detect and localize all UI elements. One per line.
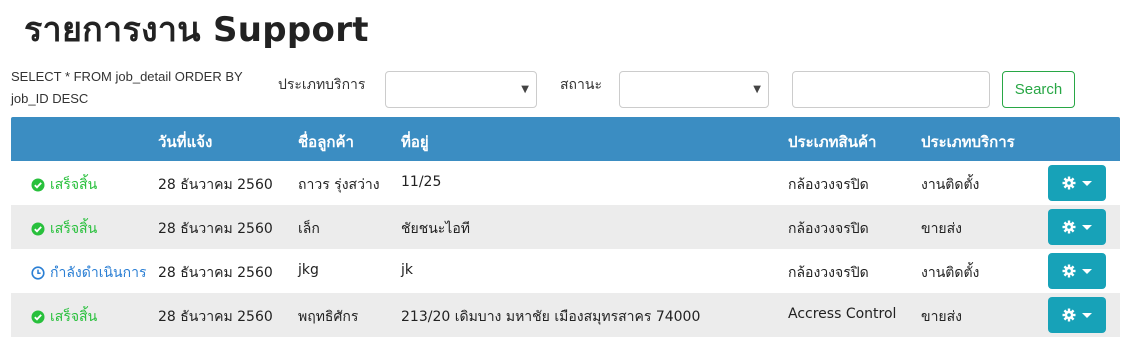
service-type-cell: ขายส่ง	[921, 309, 963, 325]
row-action-button[interactable]	[1048, 253, 1106, 289]
product-type-cell: กล้องวงจรปิด	[788, 265, 869, 281]
date-cell: 28 ธันวาคม 2560	[158, 177, 273, 193]
customer-cell: jkg	[298, 262, 319, 278]
customer-cell: เล็ก	[298, 221, 320, 237]
caret-down-icon: ▼	[521, 84, 529, 95]
service-type-cell: ขายส่ง	[921, 221, 963, 237]
status-label: สถานะ	[560, 76, 602, 92]
caret-down-icon	[1082, 180, 1092, 186]
gear-icon	[1062, 308, 1076, 322]
service-type-select[interactable]: ▼	[385, 71, 537, 108]
table-header: วันที่แจ้ง ชื่อลูกค้า ที่อยู่ ประเภทสินค…	[11, 117, 1120, 161]
header-product-type: ประเภทสินค้า	[788, 133, 877, 151]
gear-icon	[1062, 264, 1076, 278]
check-circle-icon	[31, 310, 45, 324]
check-circle-icon	[31, 178, 45, 192]
status-text: เสร็จสิ้น	[50, 177, 98, 193]
address-cell: 213/20 เดิมบาง มหาชัย เมืองสมุทรสาคร 740…	[401, 309, 701, 325]
status-badge: เสร็จสิ้น	[31, 174, 97, 196]
table-row: เสร็จสิ้น 28 ธันวาคม 2560 ถาวร รุ่งสว่าง…	[11, 161, 1120, 205]
address-cell: ชัยชนะไอที	[401, 221, 470, 237]
sql-query-text: SELECT * FROM job_detail ORDER BY job_ID…	[11, 69, 243, 106]
table-row: กำลังดำเนินการ 28 ธันวาคม 2560 jkg jk กล…	[11, 249, 1120, 293]
header-service-type: ประเภทบริการ	[921, 133, 1015, 151]
table-row: เสร็จสิ้น 28 ธันวาคม 2560 เล็ก ชัยชนะไอท…	[11, 205, 1120, 249]
product-type-cell: กล้องวงจรปิด	[788, 177, 869, 193]
row-action-button[interactable]	[1048, 209, 1106, 245]
header-date: วันที่แจ้ง	[158, 133, 213, 151]
job-table: วันที่แจ้ง ชื่อลูกค้า ที่อยู่ ประเภทสินค…	[11, 117, 1120, 337]
status-badge: กำลังดำเนินการ	[31, 262, 147, 284]
search-button[interactable]: Search	[1002, 71, 1075, 108]
gear-icon	[1062, 176, 1076, 190]
header-customer: ชื่อลูกค้า	[298, 133, 354, 151]
address-cell: 11/25	[401, 174, 442, 190]
filter-bar: SELECT * FROM job_detail ORDER BY job_ID…	[0, 62, 1131, 118]
date-cell: 28 ธันวาคม 2560	[158, 309, 273, 325]
page-title: รายการงาน Support	[24, 10, 369, 50]
address-cell: jk	[401, 262, 413, 278]
check-circle-icon	[31, 222, 45, 236]
date-cell: 28 ธันวาคม 2560	[158, 265, 273, 281]
product-type-cell: กล้องวงจรปิด	[788, 221, 869, 237]
header-address: ที่อยู่	[401, 133, 429, 151]
caret-down-icon	[1082, 312, 1092, 318]
status-badge: เสร็จสิ้น	[31, 306, 97, 328]
service-type-cell: งานติดตั้ง	[921, 265, 980, 281]
caret-down-icon: ▼	[753, 84, 761, 95]
customer-cell: ถาวร รุ่งสว่าง	[298, 177, 380, 193]
row-action-button[interactable]	[1048, 165, 1106, 201]
status-text: เสร็จสิ้น	[50, 221, 98, 237]
status-text: เสร็จสิ้น	[50, 309, 98, 325]
status-badge: เสร็จสิ้น	[31, 218, 97, 240]
status-select[interactable]: ▼	[619, 71, 769, 108]
row-action-button[interactable]	[1048, 297, 1106, 333]
caret-down-icon	[1082, 224, 1092, 230]
customer-cell: พฤทธิศักร	[298, 309, 359, 325]
table-row: เสร็จสิ้น 28 ธันวาคม 2560 พฤทธิศักร 213/…	[11, 293, 1120, 337]
search-input[interactable]	[792, 71, 990, 108]
caret-down-icon	[1082, 268, 1092, 274]
service-type-cell: งานติดตั้ง	[921, 177, 980, 193]
gear-icon	[1062, 220, 1076, 234]
clock-icon	[31, 266, 45, 280]
product-type-cell: Accress Control	[788, 306, 897, 322]
status-text: กำลังดำเนินการ	[50, 265, 147, 281]
service-type-label: ประเภทบริการ	[278, 76, 366, 92]
date-cell: 28 ธันวาคม 2560	[158, 221, 273, 237]
